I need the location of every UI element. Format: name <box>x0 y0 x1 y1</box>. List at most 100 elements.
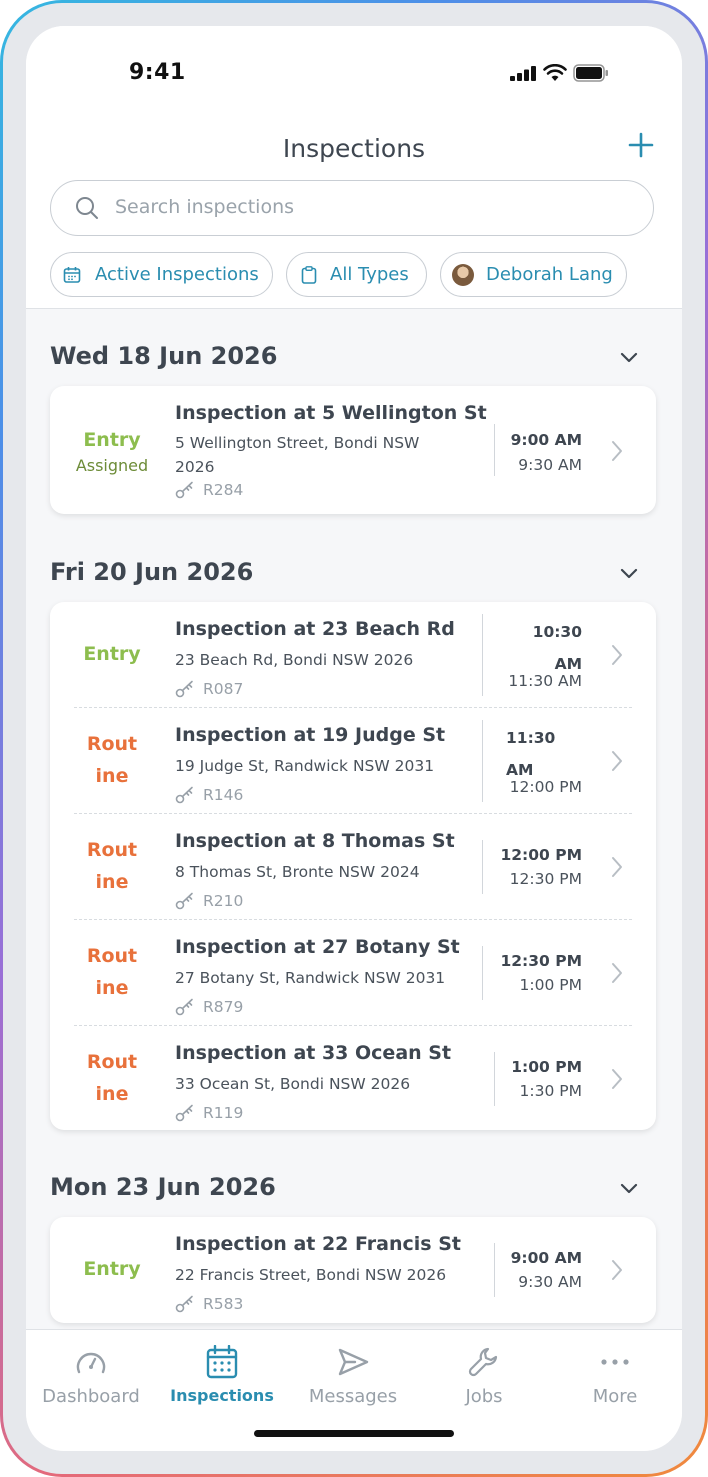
filter-chip-assignee[interactable]: Deborah Lang <box>440 252 627 297</box>
inspection-address-line: 5 Wellington Street, Bondi NSW <box>175 434 420 452</box>
send-icon <box>338 1348 369 1376</box>
divider <box>494 1052 495 1106</box>
inspection-ref-code: R879 <box>203 998 244 1016</box>
inspection-ref: R087 <box>175 680 243 698</box>
inspection-address: 23 Beach Rd, Bondi NSW 2026 <box>175 651 414 669</box>
tab-inspections[interactable]: Inspections <box>157 1344 287 1405</box>
cellular-signal-icon <box>510 66 536 81</box>
inspection-start-time: 10:30 AM <box>496 616 582 680</box>
chevron-right-icon <box>612 1069 622 1089</box>
search-placeholder: Search inspections <box>115 196 295 218</box>
inspection-start-time: 9:00 AM <box>510 431 582 449</box>
inspection-type-line: Rout <box>86 1051 138 1073</box>
inspection-ref-code: R583 <box>203 1295 244 1313</box>
chevron-right-icon <box>612 857 622 877</box>
tab-label: More <box>592 1386 638 1407</box>
key-icon <box>175 1295 193 1313</box>
tab-label: Inspections <box>170 1386 274 1405</box>
inspection-address: 8 Thomas St, Bronte NSW 2024 <box>175 863 420 881</box>
inspection-row[interactable]: Rout ine Inspection at 19 Judge St 19 Ju… <box>50 708 656 814</box>
calendar-icon <box>63 266 81 283</box>
device-bezel: 9:41 Inspections Search inspections Acti… <box>3 3 705 1474</box>
page-title: Inspections <box>282 134 426 163</box>
inspection-start-time: 12:30 PM <box>500 952 582 970</box>
inspection-type: Entry <box>83 1258 141 1280</box>
divider <box>482 840 483 894</box>
inspection-end-time: 9:30 AM <box>518 1273 582 1291</box>
inspection-row[interactable]: Rout ine Inspection at 8 Thomas St 8 Tho… <box>50 814 656 920</box>
inspection-ref-code: R284 <box>203 481 244 499</box>
inspection-ref: R146 <box>175 786 243 804</box>
inspection-start-time: 11:30 AM <box>506 722 586 786</box>
section-date-header: Fri 20 Jun 2026 <box>50 558 254 586</box>
inspection-row[interactable]: Rout ine Inspection at 27 Botany St 27 B… <box>50 920 656 1026</box>
inspection-row[interactable]: Entry Inspection at 22 Francis St 22 Fra… <box>50 1217 656 1323</box>
divider <box>482 614 483 696</box>
inspection-end-time: 11:30 AM <box>508 672 582 690</box>
divider <box>494 1243 495 1297</box>
filter-chip-label: All Types <box>330 264 409 285</box>
inspection-row[interactable]: Entry Assigned Inspection at 5 Wellingto… <box>50 386 656 514</box>
inspection-type-line: ine <box>95 765 129 787</box>
plus-icon <box>628 132 654 158</box>
tab-messages[interactable]: Messages <box>288 1344 418 1407</box>
inspection-type: Entry <box>83 643 141 665</box>
inspection-address: 33 Ocean St, Bondi NSW 2026 <box>175 1075 411 1093</box>
divider <box>494 424 495 476</box>
key-icon <box>175 481 193 499</box>
inspection-address: 19 Judge St, Randwick NSW 2031 <box>175 757 435 775</box>
inspection-type-line: ine <box>95 871 129 893</box>
inspection-title: Inspection at 19 Judge St <box>175 724 446 746</box>
battery-icon <box>573 64 608 82</box>
inspection-type-line: Rout <box>86 945 138 967</box>
tab-dashboard[interactable]: Dashboard <box>26 1344 156 1407</box>
tab-label: Messages <box>308 1386 398 1407</box>
inspection-title: Inspection at 33 Ocean St <box>175 1042 452 1064</box>
filter-chip-all-types[interactable]: All Types <box>286 252 427 297</box>
status-time: 9:41 <box>129 60 186 85</box>
chevron-down-icon[interactable] <box>620 1183 638 1195</box>
status-bar: 9:41 <box>26 26 682 126</box>
inspection-row[interactable]: Entry Inspection at 23 Beach Rd 23 Beach… <box>50 602 656 708</box>
chevron-down-icon[interactable] <box>620 352 638 364</box>
tab-jobs[interactable]: Jobs <box>419 1344 549 1407</box>
inspection-type-line: ine <box>95 1083 129 1105</box>
search-input[interactable]: Search inspections <box>50 180 654 236</box>
wifi-icon <box>543 64 567 81</box>
key-icon <box>175 892 193 910</box>
calendar-icon <box>206 1345 238 1379</box>
section-date-header: Wed 18 Jun 2026 <box>50 342 278 370</box>
inspection-address: 5 Wellington Street, Bondi NSW 2026 <box>175 431 419 479</box>
inspection-card: Entry Inspection at 23 Beach Rd 23 Beach… <box>50 602 656 1130</box>
tab-more[interactable]: More <box>550 1344 680 1407</box>
gauge-icon <box>76 1352 106 1374</box>
inspection-type-line: ine <box>95 977 129 999</box>
inspection-end-time: 9:30 AM <box>518 456 582 474</box>
inspection-address: 27 Botany St, Randwick NSW 2031 <box>175 969 446 987</box>
home-indicator[interactable] <box>254 1430 454 1437</box>
chevron-right-icon <box>612 751 622 771</box>
chevron-right-icon <box>612 645 622 665</box>
inspection-ref: R210 <box>175 892 243 910</box>
inspection-ref: R879 <box>175 998 243 1016</box>
filter-chip-active-inspections[interactable]: Active Inspections <box>50 252 273 297</box>
inspection-ref-code: R210 <box>203 892 244 910</box>
inspection-ref: R284 <box>175 481 243 499</box>
key-icon <box>175 998 193 1016</box>
inspection-card: Entry Inspection at 22 Francis St 22 Fra… <box>50 1217 656 1323</box>
clipboard-icon <box>301 265 317 284</box>
inspection-start-time: 1:00 PM <box>511 1058 582 1076</box>
device-frame: 9:41 Inspections Search inspections Acti… <box>0 0 708 1477</box>
inspection-title: Inspection at 27 Botany St <box>175 936 460 958</box>
key-icon <box>175 786 193 804</box>
add-inspection-button[interactable] <box>626 130 656 160</box>
inspection-type-line: Rout <box>86 839 138 861</box>
inspection-end-time: 1:00 PM <box>519 976 582 994</box>
inspection-end-time: 12:00 PM <box>509 778 582 796</box>
inspection-row[interactable]: Rout ine Inspection at 33 Ocean St 33 Oc… <box>50 1026 656 1132</box>
inspection-address-line: 2026 <box>175 458 215 476</box>
screen: 9:41 Inspections Search inspections Acti… <box>26 26 682 1451</box>
chevron-down-icon[interactable] <box>620 568 638 580</box>
inspection-type: Rout ine <box>68 1046 156 1110</box>
chevron-right-icon <box>612 441 622 461</box>
